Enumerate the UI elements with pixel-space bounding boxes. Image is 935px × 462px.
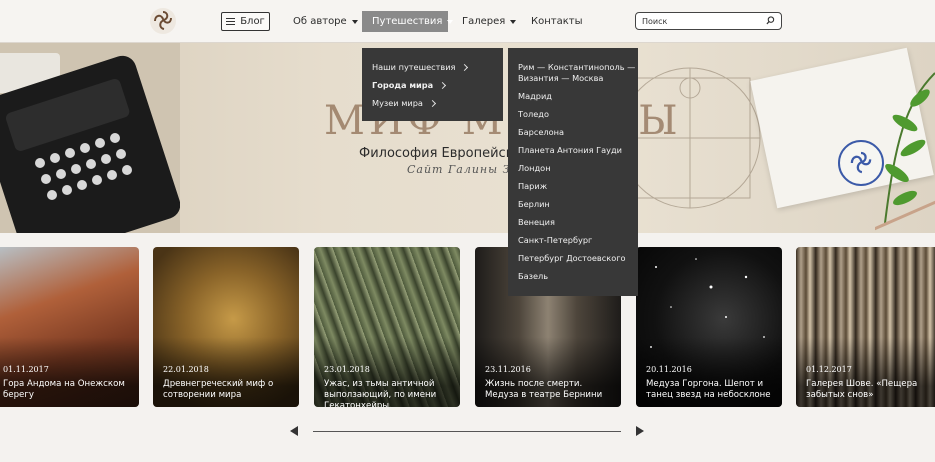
menu-item-dostoevsky[interactable]: Петербург Достоевского: [518, 253, 626, 263]
logo-icon[interactable]: [147, 6, 179, 36]
nav-travel[interactable]: Путешествия: [362, 11, 454, 32]
caret-down-icon: [447, 19, 454, 24]
arrow-left-icon[interactable]: [290, 426, 298, 436]
menu-item-barcelona[interactable]: Барселона: [518, 127, 564, 137]
menu-item-world-cities[interactable]: Города мира: [372, 80, 447, 90]
menu-item-gaudi[interactable]: Планета Антония Гауди: [518, 145, 622, 155]
card-date: 20.11.2016: [646, 365, 692, 374]
nav-about-label: Об авторе: [293, 16, 347, 27]
caret-down-icon: [351, 19, 358, 24]
card-title: Галерея Шове. «Пещера забытых снов»: [806, 379, 918, 400]
arrow-right-icon[interactable]: [636, 426, 644, 436]
nav-gallery-label: Галерея: [462, 16, 506, 27]
search-box: [635, 12, 782, 30]
menu-item-london[interactable]: Лондон: [518, 163, 551, 173]
menu-item-toledo[interactable]: Толедо: [518, 109, 549, 119]
menu-item-spb[interactable]: Санкт-Петербург: [518, 235, 592, 245]
nav-contacts-label: Контакты: [531, 16, 583, 27]
article-card[interactable]: 20.11.2016 Медуза Горгона. Шепот и танец…: [636, 247, 782, 407]
card-date: 01.12.2017: [806, 365, 852, 374]
search-input[interactable]: [642, 15, 760, 28]
menu-item-basel[interactable]: Базель: [518, 271, 548, 281]
card-title: Древнегреческий миф о сотворении мира: [163, 379, 274, 400]
menu-item-our-travels[interactable]: Наши путешествия: [372, 62, 469, 72]
chevron-right-icon: [428, 99, 436, 107]
nav-contacts[interactable]: Контакты: [531, 11, 582, 32]
article-card[interactable]: 22.01.2018 Древнегреческий миф о сотворе…: [153, 247, 299, 407]
slider-track[interactable]: [313, 431, 621, 432]
card-title: Медуза Горгона. Шепот и танец звезд на н…: [646, 379, 771, 400]
card-date: 01.11.2017: [3, 365, 49, 374]
hero-subtitle: Философия Европейской: [359, 146, 530, 161]
travel-dropdown: Наши путешествия Города мира Музеи мира: [362, 48, 503, 121]
site-header: Блог Об авторе Путешествия Галерея Конта…: [0, 0, 935, 43]
leaves-decoration: [875, 72, 935, 231]
article-card[interactable]: 01.12.2017 Галерея Шове. «Пещера забытых…: [796, 247, 935, 407]
nav-about[interactable]: Об авторе: [293, 11, 358, 32]
card-date: 23.01.2018: [324, 365, 370, 374]
search-icon[interactable]: [766, 16, 775, 25]
cities-submenu: Рим — Константинополь — Византия — Москв…: [508, 48, 638, 296]
page: МИФ МЕДУЗЫ Философия Европейской Сайт Га…: [0, 0, 935, 462]
card-date: 23.11.2016: [485, 365, 531, 374]
menu-item-venice[interactable]: Венеция: [518, 217, 555, 227]
menu-item-madrid[interactable]: Мадрид: [518, 91, 552, 101]
card-title: Ужас, из тьмы античной выползающий, по и…: [324, 379, 437, 407]
card-date: 22.01.2018: [163, 365, 209, 374]
menu-item-berlin[interactable]: Берлин: [518, 199, 550, 209]
blog-label: Блог: [240, 16, 265, 27]
blog-button[interactable]: Блог: [221, 12, 270, 31]
article-card[interactable]: 23.01.2018 Ужас, из тьмы античной выполз…: [314, 247, 460, 407]
nav-travel-label: Путешествия: [372, 16, 443, 27]
article-card[interactable]: 01.11.2017 Гора Андома на Онежском берег…: [0, 247, 139, 407]
chevron-right-icon: [461, 63, 469, 71]
nav-gallery[interactable]: Галерея: [462, 11, 517, 32]
menu-icon: [226, 18, 236, 25]
typewriter-image: [0, 43, 180, 233]
menu-item-rome[interactable]: Рим — Константинополь —: [518, 62, 635, 72]
card-title: Жизнь после смерти. Медуза в театре Берн…: [485, 379, 603, 400]
menu-item-world-museums[interactable]: Музеи мира: [372, 98, 436, 108]
card-title: Гора Андома на Онежском берегу: [3, 379, 125, 400]
menu-item-rome-cont[interactable]: Византия — Москва: [518, 73, 603, 83]
chevron-right-icon: [439, 81, 447, 89]
caret-down-icon: [510, 19, 517, 24]
menu-item-paris[interactable]: Париж: [518, 181, 547, 191]
